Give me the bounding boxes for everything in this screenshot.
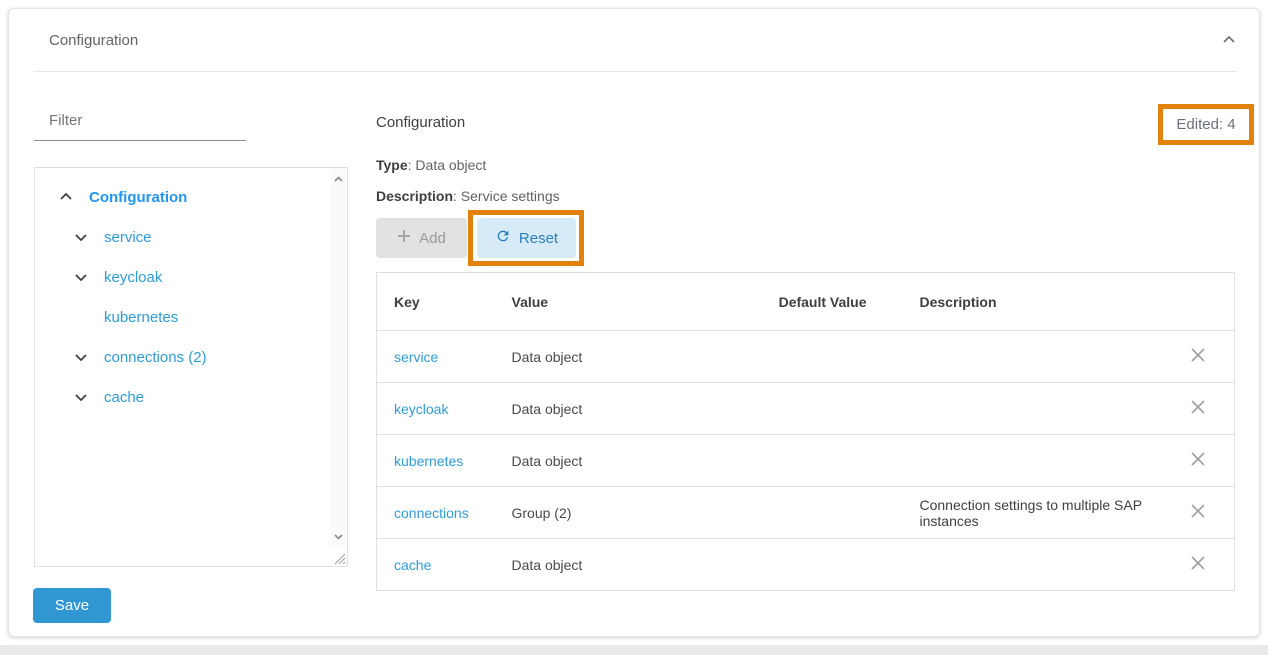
add-button[interactable]: Add xyxy=(376,218,467,258)
type-value: : Data object xyxy=(408,157,487,173)
close-icon xyxy=(1189,456,1207,471)
tree-item-label: kubernetes xyxy=(104,309,178,326)
delete-row-button[interactable] xyxy=(1185,550,1211,579)
card-title: Configuration xyxy=(49,32,138,49)
delete-row-button[interactable] xyxy=(1185,446,1211,475)
key-link[interactable]: connections xyxy=(394,505,469,521)
description-line: Description: Service settings xyxy=(376,188,560,204)
refresh-icon xyxy=(495,228,511,248)
description-cell xyxy=(877,539,1163,591)
chevron-up-icon[interactable] xyxy=(59,190,73,204)
description-cell xyxy=(877,435,1163,487)
chevron-down-icon[interactable] xyxy=(74,230,88,244)
header-divider xyxy=(33,71,1237,72)
reset-button-label: Reset xyxy=(519,230,558,247)
close-icon xyxy=(1189,508,1207,523)
value-cell: Data object xyxy=(495,331,772,383)
key-link[interactable]: kubernetes xyxy=(394,453,463,469)
value-cell: Data object xyxy=(495,435,772,487)
save-button[interactable]: Save xyxy=(33,588,111,623)
description-cell: Connection settings to multiple SAP inst… xyxy=(877,487,1163,539)
description-cell xyxy=(877,331,1163,383)
description-value: : Service settings xyxy=(453,188,560,204)
chevron-down-icon[interactable] xyxy=(74,390,88,404)
tree-item-cache[interactable]: cache xyxy=(74,383,144,411)
default-value-cell xyxy=(772,331,877,383)
table-row: service Data object xyxy=(377,331,1235,383)
col-header-value: Value xyxy=(495,273,772,331)
table-row: kubernetes Data object xyxy=(377,435,1235,487)
default-value-cell xyxy=(772,435,877,487)
tree-item-service[interactable]: service xyxy=(74,223,152,251)
description-cell xyxy=(877,383,1163,435)
key-link[interactable]: service xyxy=(394,349,438,365)
chevron-up-icon xyxy=(1221,36,1237,51)
tree-item-label: keycloak xyxy=(104,269,162,286)
chevron-spacer xyxy=(74,310,88,324)
details-title: Configuration xyxy=(376,114,465,131)
tree-item-label: service xyxy=(104,229,152,246)
col-header-description: Description xyxy=(877,273,1163,331)
default-value-cell xyxy=(772,539,877,591)
scroll-down-icon[interactable] xyxy=(332,530,345,543)
chevron-down-icon[interactable] xyxy=(74,350,88,364)
table-row: connections Group (2) Connection setting… xyxy=(377,487,1235,539)
add-button-label: Add xyxy=(419,230,446,247)
table-row: cache Data object xyxy=(377,539,1235,591)
close-icon xyxy=(1189,404,1207,419)
tree-item-label: connections (2) xyxy=(104,349,207,366)
type-line: Type: Data object xyxy=(376,157,486,173)
value-cell: Data object xyxy=(495,539,772,591)
scroll-up-icon[interactable] xyxy=(332,173,345,186)
reset-button[interactable]: Reset xyxy=(477,218,576,258)
value-cell: Group (2) xyxy=(495,487,772,539)
config-table: Key Value Default Value Description serv… xyxy=(376,272,1235,591)
edited-count-badge: Edited: 4 xyxy=(1158,104,1254,145)
tree-item-label: Configuration xyxy=(89,189,187,206)
key-link[interactable]: cache xyxy=(394,557,431,573)
edited-count-label: Edited: 4 xyxy=(1176,116,1235,133)
type-label: Type xyxy=(376,157,408,173)
configuration-card: Configuration Configuration service keyc… xyxy=(8,8,1260,637)
chevron-down-icon[interactable] xyxy=(74,270,88,284)
delete-row-button[interactable] xyxy=(1185,498,1211,527)
tree-item-configuration[interactable]: Configuration xyxy=(59,183,187,211)
config-tree-panel: Configuration service keycloak kubernete… xyxy=(34,167,348,567)
col-header-actions xyxy=(1163,273,1235,331)
resize-grip-icon[interactable] xyxy=(332,551,346,565)
table-row: keycloak Data object xyxy=(377,383,1235,435)
tree-item-kubernetes[interactable]: kubernetes xyxy=(74,303,178,331)
close-icon xyxy=(1189,352,1207,367)
default-value-cell xyxy=(772,487,877,539)
delete-row-button[interactable] xyxy=(1185,394,1211,423)
value-cell: Data object xyxy=(495,383,772,435)
col-header-default-value: Default Value xyxy=(772,273,877,331)
default-value-cell xyxy=(772,383,877,435)
plus-icon xyxy=(397,229,411,247)
tree-item-connections[interactable]: connections (2) xyxy=(74,343,207,371)
collapse-panel-button[interactable] xyxy=(1215,27,1243,55)
tree-scrollbar[interactable] xyxy=(331,169,346,547)
tree-item-keycloak[interactable]: keycloak xyxy=(74,263,162,291)
delete-row-button[interactable] xyxy=(1185,342,1211,371)
description-label: Description xyxy=(376,188,453,204)
tree-item-label: cache xyxy=(104,389,144,406)
key-link[interactable]: keycloak xyxy=(394,401,448,417)
close-icon xyxy=(1189,560,1207,575)
table-header-row: Key Value Default Value Description xyxy=(377,273,1235,331)
filter-input[interactable] xyxy=(34,101,246,141)
page-background xyxy=(0,645,1268,655)
col-header-key: Key xyxy=(377,273,495,331)
